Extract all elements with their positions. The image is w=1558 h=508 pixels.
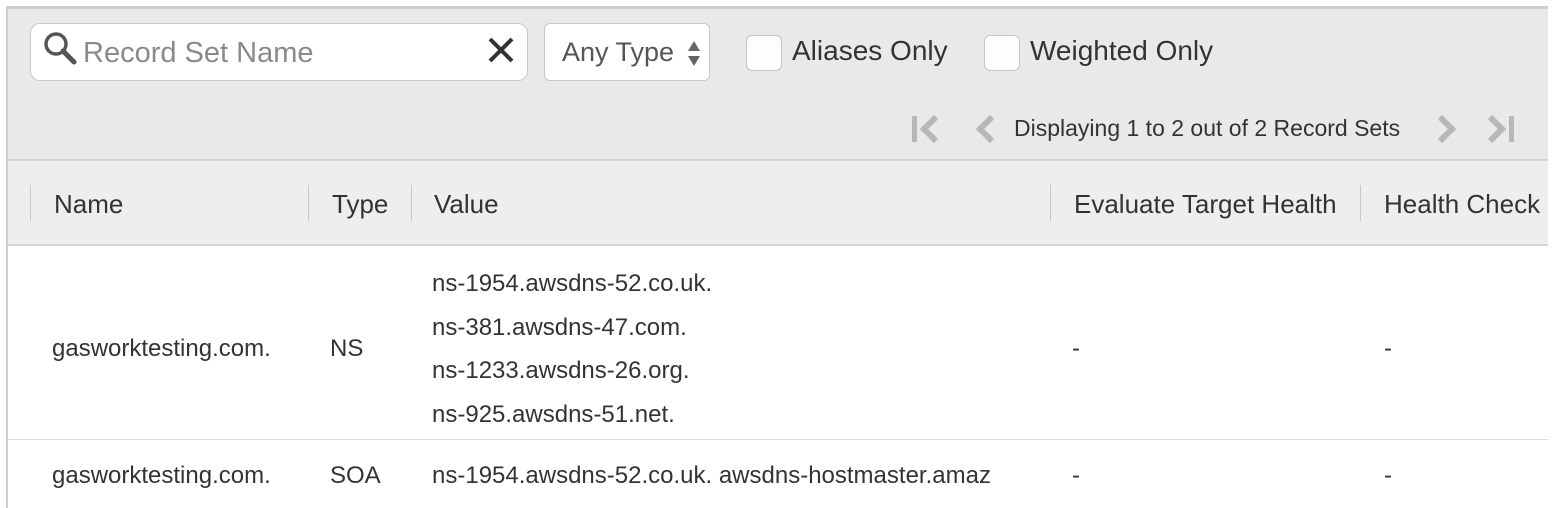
last-page-icon[interactable] [1484, 113, 1518, 145]
table-row[interactable]: gasworktesting.com. NS ns-1954.awsdns-52… [8, 246, 1548, 440]
record-type: SOA [330, 462, 381, 489]
select-arrows-icon [688, 41, 700, 66]
record-value: ns-1954.awsdns-52.co.uk. awsdns-hostmast… [432, 462, 991, 489]
search-input[interactable] [81, 32, 475, 74]
first-page-icon[interactable] [908, 113, 942, 145]
column-header-health-check[interactable]: Health Check I [1384, 189, 1548, 220]
record-type: NS [330, 335, 364, 362]
evaluate-target-health-value: - [1072, 335, 1080, 362]
column-divider[interactable] [1360, 185, 1361, 221]
record-type-selected: Any Type [562, 37, 675, 67]
column-header-type[interactable]: Type [332, 189, 388, 220]
column-header-evaluate-target-health[interactable]: Evaluate Target Health [1074, 189, 1337, 220]
next-page-icon[interactable] [1430, 113, 1464, 145]
record-value: ns-925.awsdns-51.net. [432, 401, 675, 428]
filter-toolbar: Any Type Aliases Only Weighted Only Disp… [8, 9, 1548, 161]
aliases-only-label[interactable]: Aliases Only [792, 35, 948, 67]
column-divider[interactable] [30, 185, 31, 221]
record-value: ns-1954.awsdns-52.co.uk. [432, 270, 713, 297]
search-icon [44, 32, 77, 65]
table-header: Name Type Value Evaluate Target Health H… [8, 161, 1548, 246]
pagination-status: Displaying 1 to 2 out of 2 Record Sets [1014, 115, 1401, 141]
column-header-value[interactable]: Value [434, 189, 499, 220]
record-name: gasworktesting.com. [52, 462, 271, 489]
weighted-only-label[interactable]: Weighted Only [1030, 35, 1213, 67]
record-value: ns-1233.awsdns-26.org. [432, 357, 690, 384]
column-divider[interactable] [411, 185, 412, 221]
record-sets-panel: Any Type Aliases Only Weighted Only Disp… [6, 6, 1548, 508]
weighted-only-checkbox[interactable] [984, 35, 1020, 71]
record-name: gasworktesting.com. [52, 335, 271, 362]
search-box[interactable] [30, 23, 528, 81]
evaluate-target-health-value: - [1072, 462, 1080, 489]
column-divider[interactable] [1050, 185, 1051, 221]
column-divider[interactable] [308, 185, 309, 221]
clear-search-icon[interactable] [485, 34, 517, 66]
aliases-only-checkbox[interactable] [746, 35, 782, 71]
record-value: ns-381.awsdns-47.com. [432, 314, 687, 341]
previous-page-icon[interactable] [968, 113, 1002, 145]
column-header-name[interactable]: Name [54, 189, 123, 220]
health-check-value: - [1384, 335, 1392, 362]
table-row[interactable]: gasworktesting.com. SOA ns-1954.awsdns-5… [8, 440, 1548, 508]
record-type-select[interactable]: Any Type [544, 23, 710, 81]
health-check-value: - [1384, 462, 1392, 489]
